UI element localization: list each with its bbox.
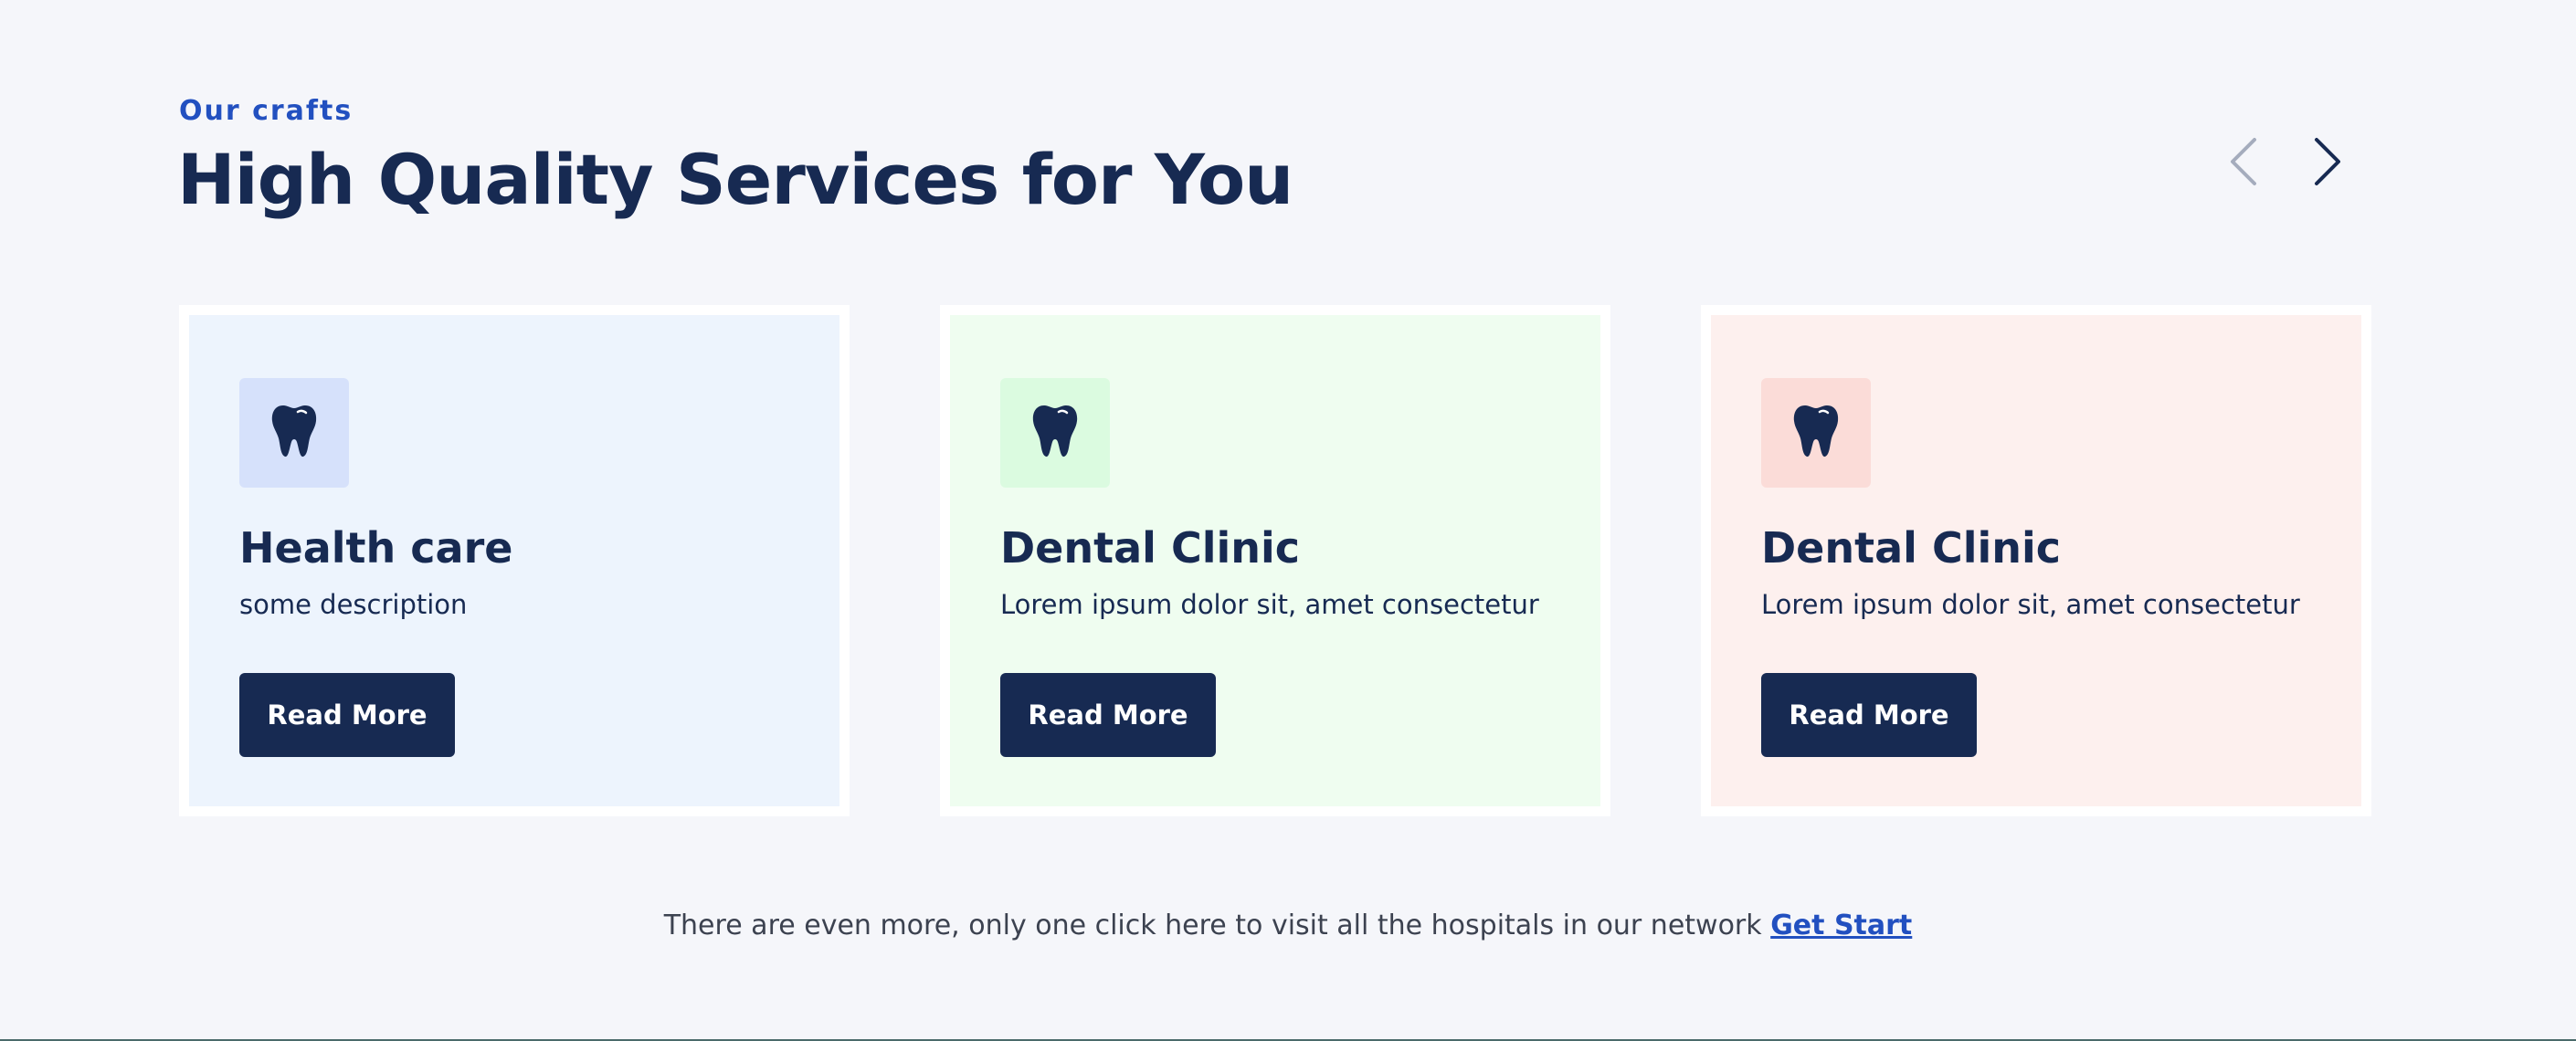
tooth-icon — [1031, 404, 1079, 462]
read-more-button[interactable]: Read More — [1761, 673, 1977, 757]
card-title: Dental Clinic — [1000, 523, 1301, 573]
chevron-left-icon — [2227, 136, 2260, 190]
card-description: Lorem ipsum dolor sit, amet consectetur — [1000, 589, 1539, 620]
card-title: Dental Clinic — [1761, 523, 2062, 573]
card-icon-box — [239, 378, 349, 488]
service-card: Dental Clinic Lorem ipsum dolor sit, ame… — [1701, 305, 2371, 816]
section-title: High Quality Services for You — [177, 139, 1293, 220]
get-start-link[interactable]: Get Start — [1770, 910, 1912, 941]
card-icon-box — [1761, 378, 1871, 488]
chevron-right-icon — [2311, 136, 2344, 190]
carousel-prev-button[interactable] — [2216, 133, 2271, 192]
read-more-button[interactable]: Read More — [239, 673, 455, 757]
service-card: Dental Clinic Lorem ipsum dolor sit, ame… — [940, 305, 1610, 816]
footer-text: There are even more, only one click here… — [663, 910, 1762, 941]
footer-note: There are even more, only one click here… — [0, 910, 2576, 941]
services-section: Our crafts High Quality Services for You… — [0, 0, 2576, 1041]
card-title: Health care — [239, 523, 513, 573]
card-description: some description — [239, 589, 468, 620]
carousel-next-button[interactable] — [2300, 133, 2355, 192]
read-more-button[interactable]: Read More — [1000, 673, 1216, 757]
tooth-icon — [270, 404, 318, 462]
tooth-icon — [1792, 404, 1840, 462]
service-card: Health care some description Read More — [179, 305, 850, 816]
card-icon-box — [1000, 378, 1110, 488]
section-eyebrow: Our crafts — [179, 95, 354, 127]
card-description: Lorem ipsum dolor sit, amet consectetur — [1761, 589, 2300, 620]
